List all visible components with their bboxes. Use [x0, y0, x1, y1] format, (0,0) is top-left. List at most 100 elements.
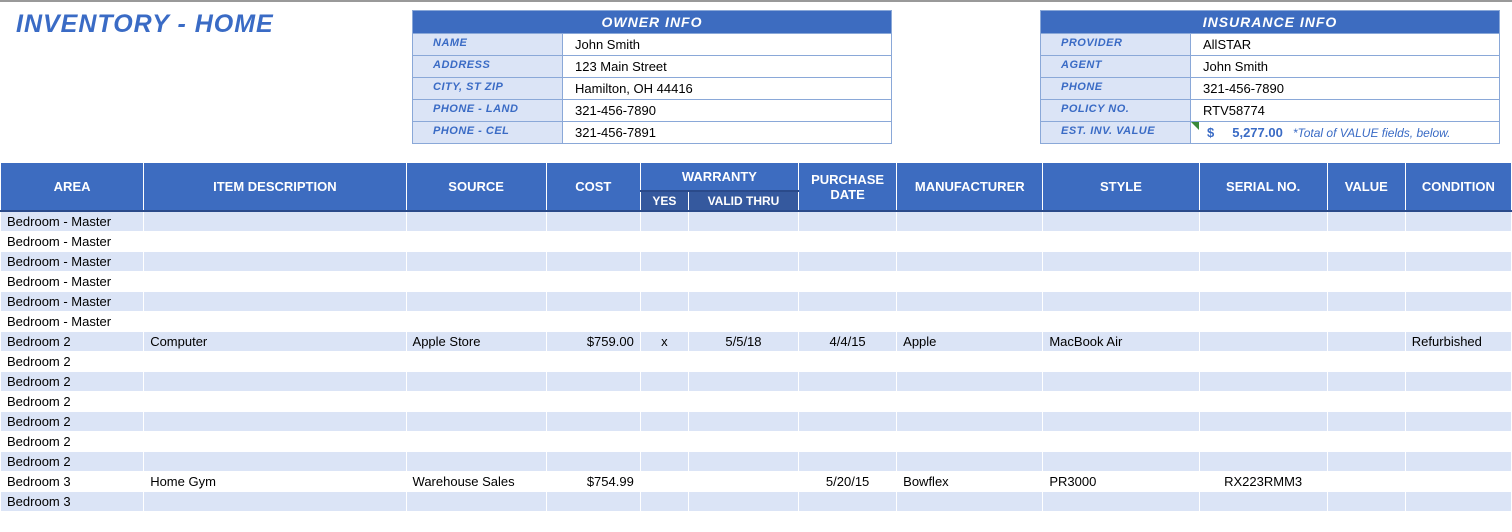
cell-cond[interactable]	[1405, 432, 1511, 452]
cell-cost[interactable]	[546, 252, 640, 272]
owner-land-value[interactable]: 321-456-7890	[563, 100, 891, 121]
cell-source[interactable]	[406, 432, 546, 452]
cell-style[interactable]	[1043, 352, 1199, 372]
cell-area[interactable]: Bedroom - Master	[1, 292, 144, 312]
cell-source[interactable]	[406, 492, 546, 512]
cell-manu[interactable]	[897, 372, 1043, 392]
cell-pdate[interactable]	[799, 392, 897, 412]
owner-csz-value[interactable]: Hamilton, OH 44416	[563, 78, 891, 99]
cell-serial[interactable]	[1199, 492, 1327, 512]
table-row[interactable]: Bedroom - Master	[1, 211, 1512, 232]
cell-source[interactable]	[406, 372, 546, 392]
cell-wyes[interactable]	[640, 392, 688, 412]
cell-area[interactable]: Bedroom 2	[1, 392, 144, 412]
table-row[interactable]: Bedroom - Master	[1, 232, 1512, 252]
cell-pdate[interactable]	[799, 372, 897, 392]
cell-wyes[interactable]	[640, 292, 688, 312]
cell-desc[interactable]	[144, 252, 406, 272]
table-row[interactable]: Bedroom 2ComputerApple Store$759.00x5/5/…	[1, 332, 1512, 352]
cell-wthru[interactable]	[688, 372, 798, 392]
cell-wyes[interactable]	[640, 252, 688, 272]
cell-source[interactable]	[406, 452, 546, 472]
cell-serial[interactable]	[1199, 292, 1327, 312]
cell-pdate[interactable]	[799, 492, 897, 512]
cell-wthru[interactable]	[688, 252, 798, 272]
cell-serial[interactable]	[1199, 232, 1327, 252]
th-desc[interactable]: ITEM DESCRIPTION	[144, 163, 406, 212]
cell-cond[interactable]	[1405, 452, 1511, 472]
ins-policy-value[interactable]: RTV58774	[1191, 100, 1499, 121]
cell-value[interactable]	[1327, 472, 1405, 492]
th-area[interactable]: AREA	[1, 163, 144, 212]
cell-desc[interactable]	[144, 432, 406, 452]
cell-source[interactable]: Apple Store	[406, 332, 546, 352]
cell-style[interactable]	[1043, 312, 1199, 332]
owner-cel-value[interactable]: 321-456-7891	[563, 122, 891, 143]
cell-wyes[interactable]: x	[640, 332, 688, 352]
table-row[interactable]: Bedroom - Master	[1, 312, 1512, 332]
cell-desc[interactable]	[144, 492, 406, 512]
cell-pdate[interactable]	[799, 292, 897, 312]
cell-pdate[interactable]: 4/4/15	[799, 332, 897, 352]
cell-manu[interactable]	[897, 412, 1043, 432]
cell-cond[interactable]	[1405, 472, 1511, 492]
cell-cost[interactable]	[546, 312, 640, 332]
table-row[interactable]: Bedroom 3Home GymWarehouse Sales$754.995…	[1, 472, 1512, 492]
cell-pdate[interactable]	[799, 252, 897, 272]
cell-area[interactable]: Bedroom - Master	[1, 272, 144, 292]
cell-manu[interactable]: Apple	[897, 332, 1043, 352]
cell-pdate[interactable]	[799, 352, 897, 372]
cell-cond[interactable]	[1405, 352, 1511, 372]
cell-pdate[interactable]	[799, 432, 897, 452]
cell-area[interactable]: Bedroom 2	[1, 412, 144, 432]
cell-cond[interactable]	[1405, 372, 1511, 392]
cell-cond[interactable]	[1405, 392, 1511, 412]
cell-pdate[interactable]	[799, 412, 897, 432]
table-row[interactable]: Bedroom - Master	[1, 272, 1512, 292]
cell-cond[interactable]	[1405, 232, 1511, 252]
cell-style[interactable]	[1043, 252, 1199, 272]
cell-value[interactable]	[1327, 312, 1405, 332]
cell-wthru[interactable]	[688, 232, 798, 252]
cell-wthru[interactable]	[688, 392, 798, 412]
cell-source[interactable]	[406, 252, 546, 272]
cell-cond[interactable]	[1405, 211, 1511, 232]
cell-value[interactable]	[1327, 252, 1405, 272]
cell-serial[interactable]	[1199, 392, 1327, 412]
table-row[interactable]: Bedroom 2	[1, 452, 1512, 472]
cell-area[interactable]: Bedroom 2	[1, 452, 144, 472]
th-warranty-thru[interactable]: VALID THRU	[688, 191, 798, 211]
table-row[interactable]: Bedroom 2	[1, 372, 1512, 392]
th-cost[interactable]: COST	[546, 163, 640, 212]
cell-desc[interactable]	[144, 292, 406, 312]
cell-value[interactable]	[1327, 492, 1405, 512]
cell-desc[interactable]	[144, 272, 406, 292]
th-pdate[interactable]: PURCHASE DATE	[799, 163, 897, 212]
cell-wthru[interactable]	[688, 492, 798, 512]
cell-wthru[interactable]	[688, 312, 798, 332]
cell-cond[interactable]	[1405, 412, 1511, 432]
cell-source[interactable]	[406, 352, 546, 372]
cell-style[interactable]	[1043, 292, 1199, 312]
th-source[interactable]: SOURCE	[406, 163, 546, 212]
cell-wyes[interactable]	[640, 452, 688, 472]
cell-pdate[interactable]	[799, 232, 897, 252]
cell-serial[interactable]	[1199, 372, 1327, 392]
cell-manu[interactable]: Bowflex	[897, 472, 1043, 492]
cell-source[interactable]	[406, 412, 546, 432]
cell-desc[interactable]: Computer	[144, 332, 406, 352]
table-row[interactable]: Bedroom 2	[1, 412, 1512, 432]
cell-style[interactable]	[1043, 272, 1199, 292]
cell-wthru[interactable]	[688, 412, 798, 432]
cell-value[interactable]	[1327, 232, 1405, 252]
cell-style[interactable]	[1043, 492, 1199, 512]
cell-desc[interactable]	[144, 232, 406, 252]
cell-pdate[interactable]	[799, 452, 897, 472]
cell-style[interactable]	[1043, 232, 1199, 252]
table-row[interactable]: Bedroom 2	[1, 432, 1512, 452]
cell-desc[interactable]	[144, 392, 406, 412]
cell-cond[interactable]	[1405, 492, 1511, 512]
cell-wyes[interactable]	[640, 432, 688, 452]
cell-cond[interactable]	[1405, 312, 1511, 332]
cell-value[interactable]	[1327, 292, 1405, 312]
